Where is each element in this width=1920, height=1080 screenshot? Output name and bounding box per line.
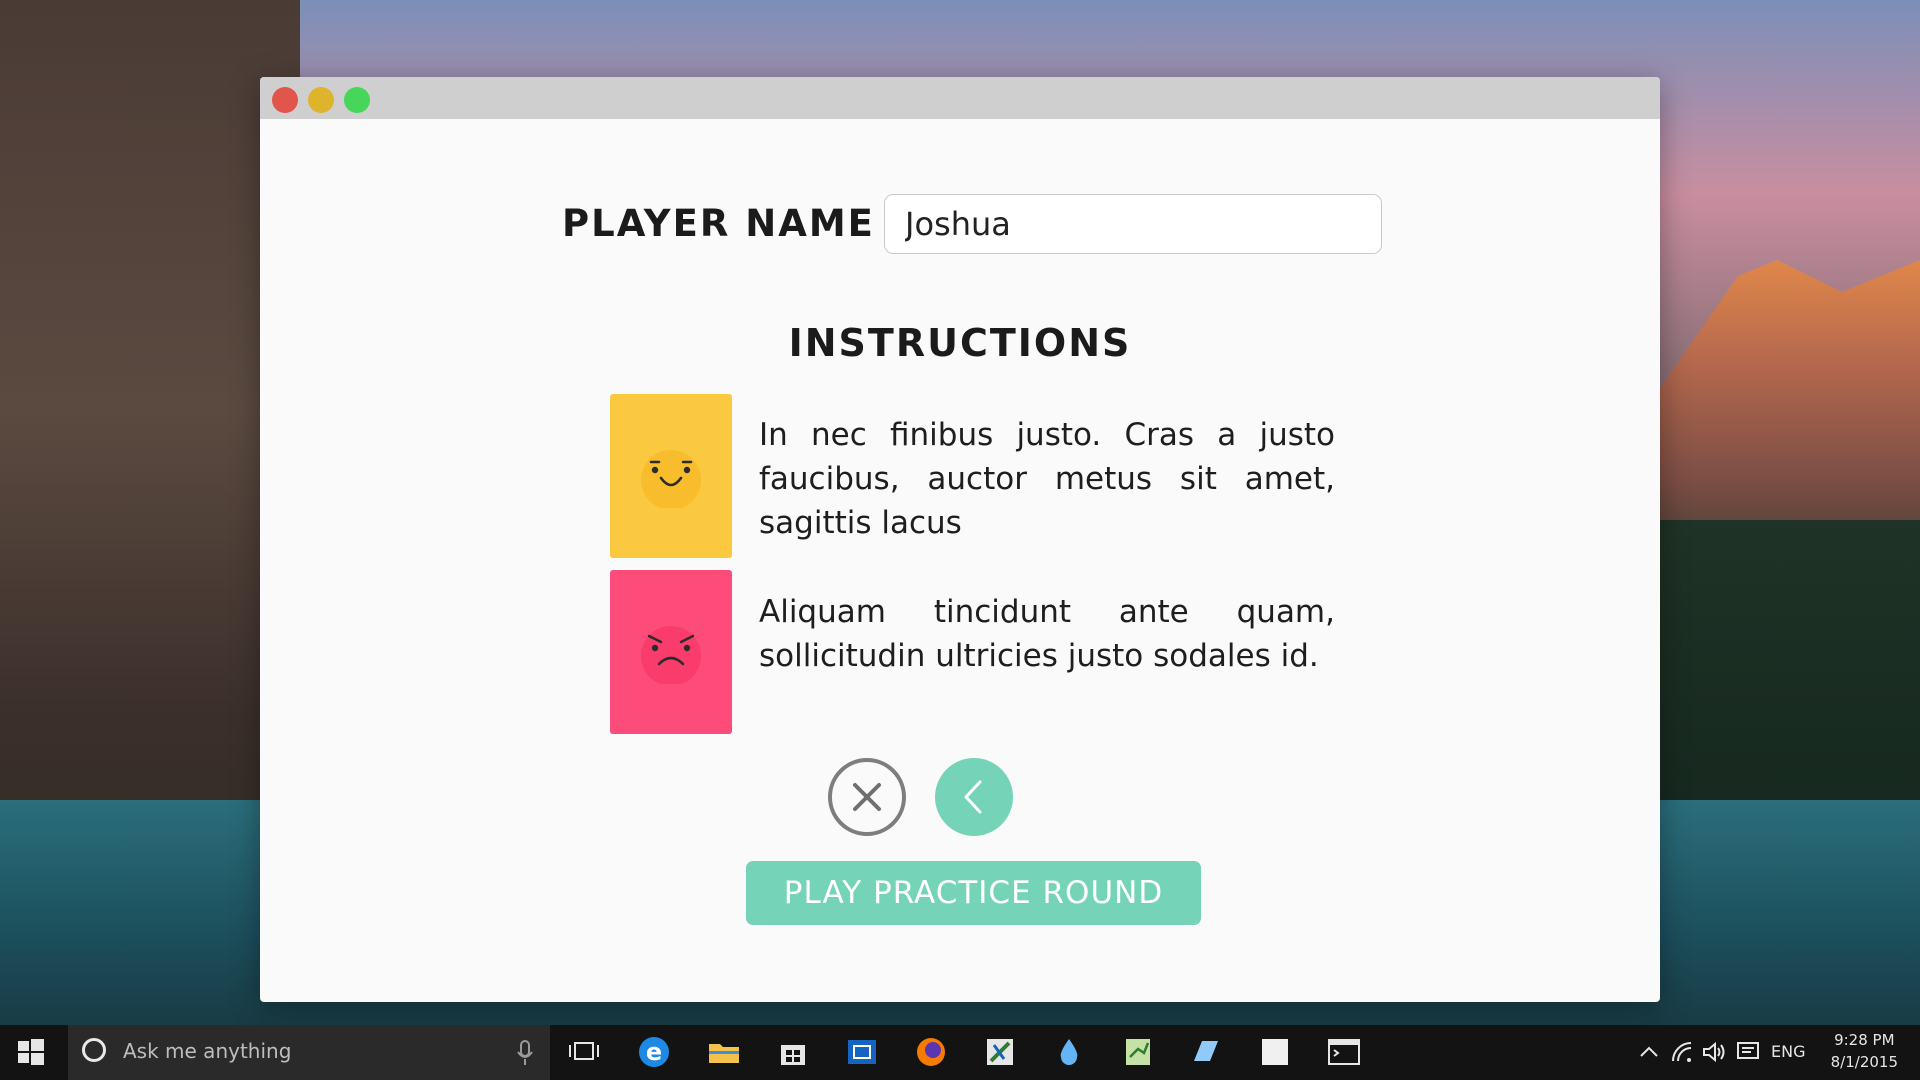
- search-placeholder: Ask me anything: [123, 1039, 292, 1063]
- app-window: Player Name Instructions In nec finibus …: [260, 77, 1660, 1002]
- angry-face-icon: [641, 626, 701, 684]
- app-icon[interactable]: [1188, 1035, 1224, 1069]
- minimize-window-button[interactable]: [308, 87, 334, 113]
- app-icon[interactable]: [844, 1035, 880, 1069]
- desktop-wallpaper-forest: [1660, 520, 1920, 820]
- droplet-icon[interactable]: [1051, 1035, 1087, 1069]
- angry-card: [610, 570, 732, 734]
- instruction-text-happy: In nec finibus justo. Cras a justo fauci…: [759, 417, 1335, 541]
- back-button[interactable]: [935, 758, 1013, 836]
- window-titlebar[interactable]: [260, 77, 1660, 119]
- chevron-left-icon: [964, 780, 982, 814]
- chevron-up-icon[interactable]: [1639, 1045, 1659, 1059]
- happy-card: [610, 394, 732, 558]
- cortana-icon: [82, 1038, 106, 1062]
- windows-start-icon[interactable]: [18, 1039, 44, 1065]
- close-window-button[interactable]: [272, 87, 298, 113]
- clock[interactable]: 9:28 PM 8/1/2015: [1831, 1029, 1898, 1073]
- svg-text:e: e: [646, 1038, 662, 1066]
- clock-date: 8/1/2015: [1830, 1053, 1898, 1071]
- player-name-row: Player Name: [260, 194, 1660, 258]
- network-icon[interactable]: [1671, 1041, 1693, 1063]
- task-view-icon[interactable]: [566, 1035, 602, 1069]
- happy-face-icon: [641, 450, 701, 508]
- cancel-button[interactable]: [828, 758, 906, 836]
- taskbar: Ask me anything e ENG 9:28 PM 8/1/2015: [0, 1025, 1920, 1080]
- file-explorer-icon[interactable]: [706, 1035, 742, 1069]
- microphone-icon[interactable]: [517, 1040, 533, 1066]
- taskbar-search-box[interactable]: Ask me anything: [68, 1025, 550, 1080]
- clock-time: 9:28 PM: [1834, 1031, 1895, 1049]
- system-tray: ENG 9:28 PM 8/1/2015: [1630, 1025, 1920, 1080]
- instruction-text-angry: Aliquam tincidunt ante quam, sollicitudi…: [759, 594, 1335, 674]
- store-icon[interactable]: [775, 1035, 811, 1069]
- player-name-input[interactable]: [884, 194, 1382, 254]
- instructions-title: Instructions: [788, 321, 1132, 365]
- maximize-window-button[interactable]: [344, 87, 370, 113]
- close-icon: [853, 783, 881, 811]
- app-icon[interactable]: [1257, 1035, 1293, 1069]
- firefox-icon[interactable]: [913, 1035, 949, 1069]
- notepad-icon[interactable]: [1120, 1035, 1156, 1069]
- app-icon[interactable]: [982, 1035, 1018, 1069]
- edge-icon[interactable]: e: [636, 1035, 672, 1069]
- play-practice-round-button[interactable]: PLAY PRACTICE ROUND: [746, 861, 1201, 925]
- volume-icon[interactable]: [1702, 1041, 1726, 1063]
- action-center-icon[interactable]: [1736, 1041, 1760, 1063]
- language-indicator[interactable]: ENG: [1771, 1042, 1805, 1061]
- player-name-label: Player Name: [562, 202, 875, 245]
- terminal-icon[interactable]: [1326, 1035, 1362, 1069]
